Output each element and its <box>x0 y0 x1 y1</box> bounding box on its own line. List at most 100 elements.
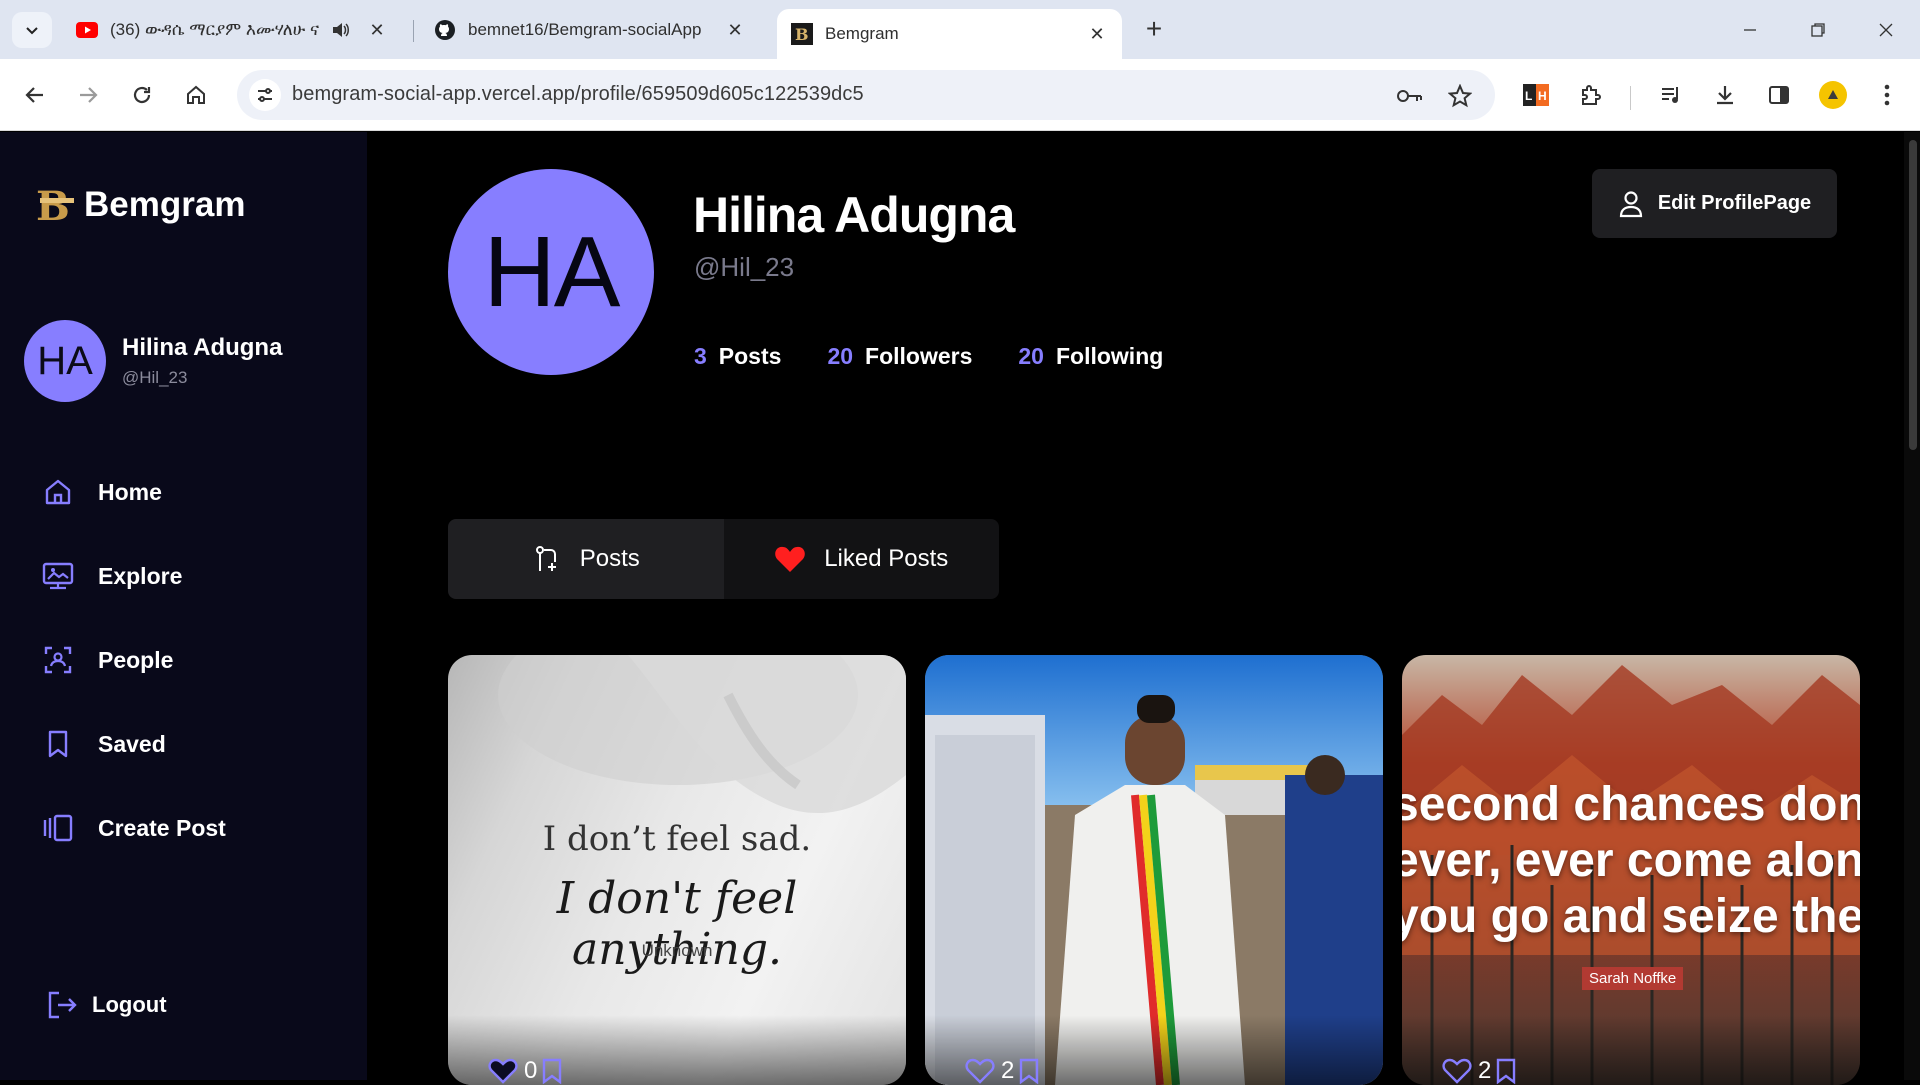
sidebar-user-name: Hilina Adugna <box>122 334 283 361</box>
sidebar-profile-link[interactable]: HA Hilina Adugna @Hil_23 <box>24 320 282 402</box>
like-heart-icon[interactable] <box>488 1058 518 1084</box>
tab-posts[interactable]: Posts <box>448 519 724 599</box>
logout-button[interactable]: Logout <box>46 990 167 1020</box>
post-stats: 2 <box>965 1057 1040 1085</box>
media-control-icon[interactable] <box>1653 77 1689 113</box>
sidebar-item-create-post[interactable]: Create Post <box>40 800 340 856</box>
posts-icon <box>532 544 562 574</box>
close-window-icon[interactable] <box>1852 0 1920 59</box>
sidebar-item-label: Home <box>98 478 162 505</box>
save-bookmark-icon[interactable] <box>541 1058 563 1084</box>
more-menu-icon[interactable] <box>1869 77 1905 113</box>
stat-label: Followers <box>865 343 973 369</box>
post-stats: 2 <box>1442 1057 1517 1085</box>
close-tab-icon[interactable]: ✕ <box>1086 24 1108 45</box>
sidebar-item-saved[interactable]: Saved <box>40 716 340 772</box>
bemgram-logo-icon: B <box>36 184 74 226</box>
like-heart-icon[interactable] <box>965 1058 995 1084</box>
sidebar-item-home[interactable]: Home <box>40 464 340 520</box>
page-scrollbar[interactable] <box>1904 132 1920 1080</box>
browser-toolbar: bemgram-social-app.vercel.app/profile/65… <box>0 59 1920 131</box>
download-icon[interactable] <box>1707 77 1743 113</box>
tab-liked-posts[interactable]: Liked Posts <box>723 519 999 599</box>
lighthouse-extension-icon[interactable]: LH <box>1518 77 1554 113</box>
stat-value: 3 <box>694 343 707 369</box>
sidebar-item-label: Explore <box>98 562 183 589</box>
sidebar-item-explore[interactable]: Explore <box>40 548 340 604</box>
svg-text:B: B <box>36 184 70 226</box>
sidebar-item-label: Saved <box>98 730 166 757</box>
post-card[interactable]: I don’t feel sad. I don't feel anything.… <box>448 655 906 1085</box>
brand-logo-link[interactable]: B Bemgram <box>34 184 245 226</box>
save-bookmark-icon[interactable] <box>1495 1058 1517 1084</box>
browser-tab-youtube[interactable]: (36) ውዳሴ ማርያም እሙሃለሁ ና ✕ <box>62 10 402 50</box>
profile-stats: 3 Posts 20 Followers 20 Following <box>694 343 1209 370</box>
sidebar-item-people[interactable]: People <box>40 632 340 688</box>
extensions-puzzle-icon[interactable] <box>1573 77 1609 113</box>
svg-text:L: L <box>1525 89 1532 103</box>
url-text[interactable]: bemgram-social-app.vercel.app/profile/65… <box>292 83 864 106</box>
profile-avatar-icon[interactable] <box>1815 77 1851 113</box>
like-heart-icon[interactable] <box>1442 1058 1472 1084</box>
stat-following: 20 Following <box>1018 343 1163 370</box>
new-tab-button[interactable]: + <box>1138 14 1170 46</box>
side-panel-icon[interactable] <box>1761 77 1797 113</box>
post-quote-author: Unknown <box>641 941 713 960</box>
post-quote-line: second chances don't <box>1402 778 1860 831</box>
forward-icon[interactable] <box>70 77 106 113</box>
profile-handle: @Hil_23 <box>694 252 795 282</box>
browser-tab-bemgram[interactable]: B Bemgram ✕ <box>777 9 1122 59</box>
avatar: HA <box>24 320 106 402</box>
people-icon <box>40 642 76 678</box>
tab-separator <box>413 20 414 42</box>
tab-label: Liked Posts <box>824 545 949 572</box>
app-viewport: B Bemgram HA Hilina Adugna @Hil_23 Home … <box>0 132 1920 1085</box>
stat-value: 20 <box>827 343 854 369</box>
tab-search-button[interactable] <box>12 12 52 48</box>
scrollbar-thumb[interactable] <box>1909 140 1917 450</box>
post-card[interactable]: 2 <box>925 655 1383 1085</box>
reload-icon[interactable] <box>124 77 160 113</box>
post-quote-author: Sarah Noffke <box>1582 967 1684 990</box>
stat-posts: 3 Posts <box>694 343 781 370</box>
post-quote-line: you go and seize them <box>1402 890 1860 943</box>
explore-icon <box>40 558 76 594</box>
tab-title: (36) ውዳሴ ማርያም እሙሃለሁ ና <box>110 20 320 39</box>
tab-title: bemnet16/Bemgram-socialApp <box>468 20 702 39</box>
minimize-icon[interactable] <box>1716 0 1784 59</box>
logout-label: Logout <box>92 992 167 1017</box>
save-bookmark-icon[interactable] <box>1018 1058 1040 1084</box>
chevron-down-icon <box>26 27 38 35</box>
stat-followers: 20 Followers <box>827 343 972 370</box>
toolbar-separator <box>1630 86 1631 110</box>
heart-icon <box>774 545 806 573</box>
home-icon <box>40 474 76 510</box>
logout-icon <box>46 990 78 1020</box>
bookmark-star-icon[interactable] <box>1447 83 1473 109</box>
restore-icon[interactable] <box>1784 0 1852 59</box>
profile-main: HA Hilina Adugna @Hil_23 3 Posts 20 Follow… <box>367 132 1920 1085</box>
browser-tab-github[interactable]: bemnet16/Bemgram-socialApp ✕ <box>420 10 760 50</box>
browser-tab-bar: (36) ውዳሴ ማርያም እሙሃለሁ ና ✕ bemnet16/Bemgram… <box>0 0 1920 59</box>
site-info-icon[interactable] <box>249 79 281 111</box>
post-quote-line: I don’t feel sad. <box>542 819 812 859</box>
password-key-icon[interactable] <box>1397 83 1423 109</box>
close-tab-icon[interactable]: ✕ <box>724 20 746 41</box>
user-icon <box>1618 190 1644 218</box>
address-bar[interactable]: bemgram-social-app.vercel.app/profile/65… <box>237 70 1495 120</box>
like-count: 0 <box>524 1057 538 1084</box>
edit-profile-button[interactable]: Edit ProfilePage <box>1592 169 1837 238</box>
post-card[interactable]: second chances don't ever, ever come alo… <box>1402 655 1860 1085</box>
close-tab-icon[interactable]: ✕ <box>366 20 388 41</box>
profile-name: Hilina Adugna <box>693 187 1015 243</box>
left-sidebar: B Bemgram HA Hilina Adugna @Hil_23 Home … <box>0 132 367 1080</box>
brand-name: Bemgram <box>84 185 246 224</box>
speaker-icon[interactable] <box>330 20 350 40</box>
profile-tabs: Posts Liked Posts <box>448 519 999 599</box>
back-icon[interactable] <box>17 77 53 113</box>
home-browser-icon[interactable] <box>178 77 214 113</box>
bemgram-icon: B <box>791 23 813 45</box>
bookmark-icon <box>40 726 76 762</box>
svg-text:B: B <box>795 25 809 44</box>
github-icon <box>434 19 456 41</box>
